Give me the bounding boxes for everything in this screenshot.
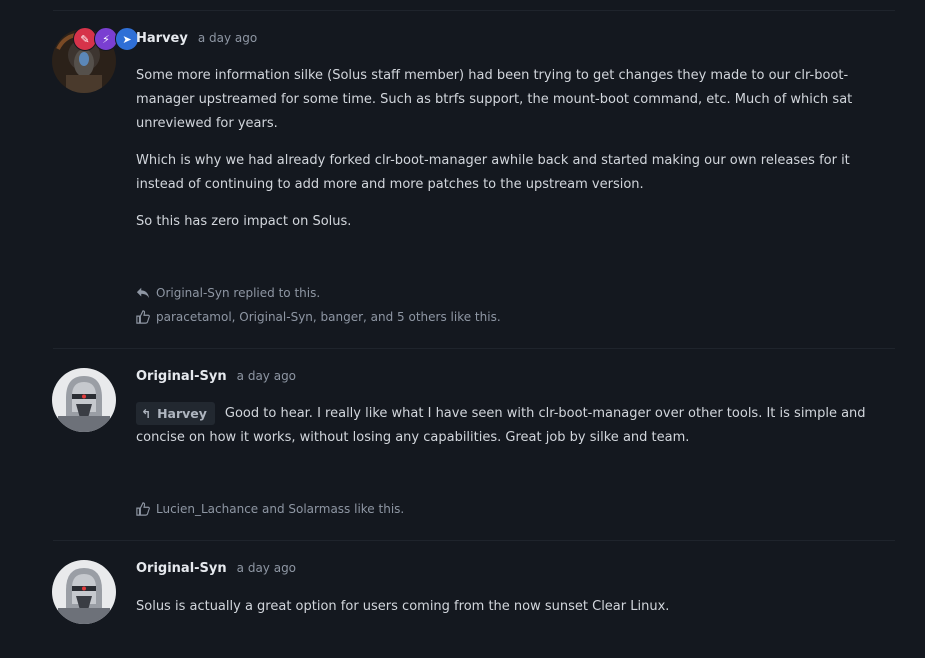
reply-icon xyxy=(136,287,150,299)
post-header: Original-Syn a day ago xyxy=(136,561,296,576)
likes-info: paracetamol, Original-Syn, banger, and 5… xyxy=(136,310,501,324)
post-body: Solus is actually a great option for use… xyxy=(136,595,896,619)
post-paragraph-text: Good to hear. I really like what I have … xyxy=(136,406,866,445)
post-header: Harvey a day ago xyxy=(136,31,257,46)
thumbs-up-icon xyxy=(136,310,150,324)
reply-mention-name: Harvey xyxy=(157,405,207,421)
author-name[interactable]: Harvey xyxy=(136,31,188,46)
author-name[interactable]: Original-Syn xyxy=(136,369,227,384)
post-paragraph: ↰ Harvey Good to hear. I really like what … xyxy=(136,402,896,450)
post-body: ↰ Harvey Good to hear. I really like what … xyxy=(136,402,896,450)
post-paragraph: Some more information silke (Solus staff… xyxy=(136,68,853,131)
post-body: Some more information silke (Solus staff… xyxy=(136,64,896,234)
likes-info: Lucien_Lachance and Solarmass like this. xyxy=(136,502,404,516)
thumbs-up-icon xyxy=(136,502,150,516)
post-header: Original-Syn a day ago xyxy=(136,369,296,384)
user-badges: ✎ ⚡ ➤ xyxy=(73,27,139,51)
reply-icon: ↰ xyxy=(141,406,152,421)
avatar-original-syn[interactable] xyxy=(52,560,116,624)
post-paragraph: Solus is actually a great option for use… xyxy=(136,599,670,614)
likes-text[interactable]: paracetamol, Original-Syn, banger, and 5… xyxy=(156,310,501,324)
post-divider xyxy=(53,540,895,541)
post-time[interactable]: a day ago xyxy=(198,31,257,45)
replied-to-info: Original-Syn replied to this. xyxy=(136,286,320,300)
post-time[interactable]: a day ago xyxy=(237,561,296,575)
post-divider xyxy=(53,10,895,11)
likes-text[interactable]: Lucien_Lachance and Solarmass like this. xyxy=(156,502,404,516)
post-paragraph: So this has zero impact on Solus. xyxy=(136,214,352,229)
post-divider xyxy=(53,348,895,349)
replied-text[interactable]: Original-Syn replied to this. xyxy=(156,286,320,300)
reply-mention-chip[interactable]: ↰ Harvey xyxy=(136,402,215,425)
author-name[interactable]: Original-Syn xyxy=(136,561,227,576)
post-paragraph: Which is why we had already forked clr-b… xyxy=(136,153,850,192)
post-time[interactable]: a day ago xyxy=(237,369,296,383)
avatar-original-syn[interactable] xyxy=(52,368,116,432)
